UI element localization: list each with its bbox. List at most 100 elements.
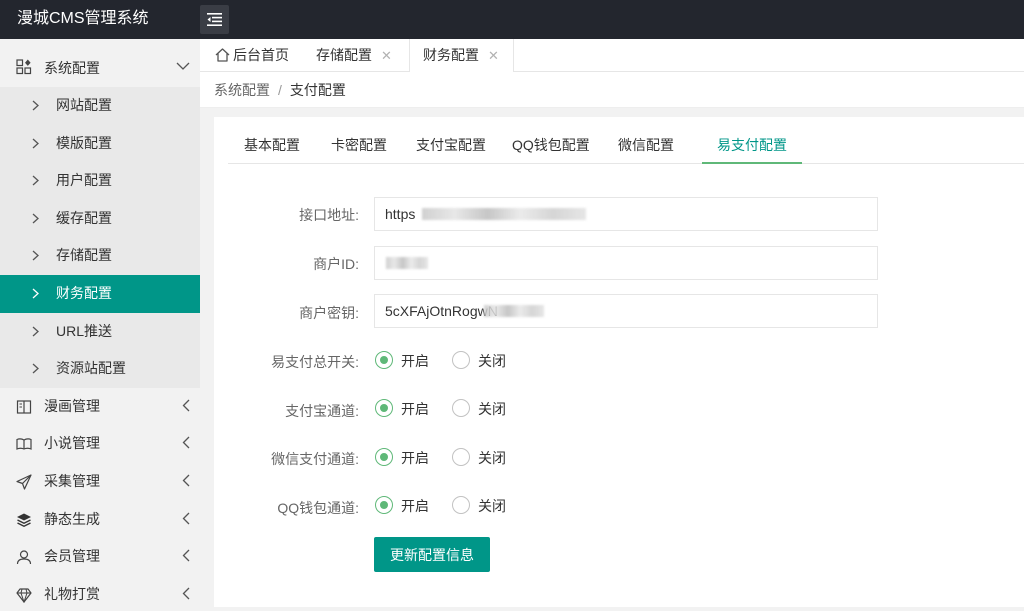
api-url-label: 接口地址: — [299, 207, 359, 223]
chevron-right-icon — [32, 363, 39, 374]
sidebar-item-label: 采集管理 — [44, 472, 100, 489]
tab-finance-config[interactable]: 财务配置 ✕ — [409, 39, 514, 73]
redacted-value — [386, 257, 428, 269]
qqwallet-channel-on-radio[interactable]: 开启 — [375, 496, 429, 516]
breadcrumb-separator: / — [278, 82, 282, 98]
chevron-down-icon — [176, 62, 190, 70]
radio-label: 关闭 — [478, 498, 506, 514]
sidebar-item-collect-manage[interactable]: 采集管理 — [0, 463, 200, 501]
tab-card-config[interactable]: 卡密配置 — [331, 127, 387, 164]
home-icon — [215, 48, 230, 62]
redacted-value — [422, 208, 586, 220]
chevron-right-icon — [32, 175, 39, 186]
sidebar-item-url-push[interactable]: URL推送 — [0, 313, 200, 351]
radio-unchecked-icon — [452, 399, 470, 417]
merchant-id-label: 商户ID: — [313, 256, 359, 272]
sidebar-item-label: 资源站配置 — [56, 360, 126, 377]
page-tabs-bar: 后台首页 存储配置 ✕ 财务配置 ✕ — [200, 39, 1024, 73]
wechat-channel-on-radio[interactable]: 开启 — [375, 448, 429, 468]
sidebar-item-label: 网站配置 — [56, 97, 112, 113]
sidebar-item-label: 会员管理 — [44, 548, 100, 565]
merchant-key-input[interactable] — [374, 294, 878, 328]
chevron-left-icon — [182, 399, 190, 412]
tab-label: 存储配置 — [316, 47, 372, 63]
close-icon[interactable]: ✕ — [381, 48, 392, 63]
alipay-channel-on-radio[interactable]: 开启 — [375, 399, 429, 419]
merchant-key-label: 商户密钥: — [299, 305, 359, 321]
sidebar-item-gift-reward[interactable]: 礼物打赏 — [0, 576, 200, 611]
tab-wechat-config[interactable]: 微信配置 — [618, 127, 674, 164]
radio-label: 关闭 — [478, 401, 506, 417]
redacted-value — [484, 305, 544, 317]
radio-label: 开启 — [401, 401, 429, 417]
radio-label: 开启 — [401, 498, 429, 514]
alipay-channel-label: 支付宝通道: — [285, 403, 359, 419]
radio-checked-icon — [375, 399, 393, 417]
chevron-left-icon — [182, 587, 190, 600]
sidebar: 系统配置 网站配置 模版配置 用户配置 缓存配置 存储配置 财务配置 URL推送… — [0, 39, 200, 611]
sidebar-item-label: 小说管理 — [44, 435, 100, 452]
sidebar-item-comic-manage[interactable]: 漫画管理 — [0, 388, 200, 426]
chevron-right-icon — [32, 213, 39, 224]
config-card: 基本配置 卡密配置 支付宝配置 QQ钱包配置 微信配置 易支付配置 接口地址: … — [214, 117, 1024, 607]
chevron-right-icon — [32, 326, 39, 337]
qqwallet-channel-off-radio[interactable]: 关闭 — [452, 496, 506, 516]
radio-label: 开启 — [401, 353, 429, 369]
sidebar-item-label: 礼物打赏 — [44, 585, 100, 602]
merchant-id-input[interactable] — [374, 246, 878, 280]
tab-basic-config[interactable]: 基本配置 — [244, 127, 300, 164]
book-icon — [16, 438, 32, 451]
tab-epay-config[interactable]: 易支付配置 — [702, 127, 802, 164]
config-tabs: 基本配置 卡密配置 支付宝配置 QQ钱包配置 微信配置 易支付配置 — [228, 127, 1024, 164]
wechat-channel-label: 微信支付通道: — [271, 451, 359, 467]
tab-storage-config[interactable]: 存储配置 ✕ — [316, 39, 392, 72]
chevron-left-icon — [182, 474, 190, 487]
top-header: 漫城CMS管理系统 — [0, 0, 1024, 39]
update-config-button[interactable]: 更新配置信息 — [374, 537, 490, 572]
diamond-icon — [16, 588, 32, 603]
close-icon[interactable]: ✕ — [488, 48, 499, 63]
sidebar-item-label: URL推送 — [56, 322, 113, 339]
sidebar-submenu: 网站配置 模版配置 用户配置 缓存配置 存储配置 财务配置 URL推送 资源站配… — [0, 87, 200, 388]
sidebar-item-resource-config[interactable]: 资源站配置 — [0, 350, 200, 388]
sidebar-item-user-config[interactable]: 用户配置 — [0, 162, 200, 200]
alipay-channel-off-radio[interactable]: 关闭 — [452, 399, 506, 419]
menu-fold-icon[interactable] — [200, 5, 229, 34]
tab-qqwallet-config[interactable]: QQ钱包配置 — [512, 127, 590, 164]
sidebar-item-member-manage[interactable]: 会员管理 — [0, 538, 200, 576]
epay-switch-off-radio[interactable]: 关闭 — [452, 351, 506, 371]
chevron-left-icon — [182, 549, 190, 562]
sidebar-item-finance-config[interactable]: 财务配置 — [0, 274, 200, 313]
sidebar-group-label: 系统配置 — [44, 60, 100, 76]
sidebar-item-storage-config[interactable]: 存储配置 — [0, 237, 200, 275]
sidebar-group-system-config[interactable]: 系统配置 — [0, 39, 200, 87]
sidebar-item-novel-manage[interactable]: 小说管理 — [0, 425, 200, 463]
send-icon — [16, 474, 32, 490]
breadcrumb-parent[interactable]: 系统配置 — [214, 82, 270, 98]
epay-switch-label: 易支付总开关: — [271, 354, 359, 370]
layers-icon — [17, 513, 31, 527]
epay-switch-on-radio[interactable]: 开启 — [375, 351, 429, 371]
qqwallet-channel-label: QQ钱包通道: — [277, 500, 359, 516]
radio-label: 关闭 — [478, 450, 506, 466]
sidebar-item-static-generate[interactable]: 静态生成 — [0, 501, 200, 539]
radio-unchecked-icon — [452, 496, 470, 514]
sidebar-item-label: 缓存配置 — [56, 209, 112, 226]
sidebar-item-label: 模版配置 — [56, 134, 112, 151]
tab-alipay-config[interactable]: 支付宝配置 — [416, 127, 486, 164]
tab-label: 财务配置 — [423, 47, 479, 63]
tab-home[interactable]: 后台首页 — [215, 39, 289, 72]
sidebar-item-label: 静态生成 — [44, 510, 100, 527]
radio-checked-icon — [375, 351, 393, 369]
wechat-channel-off-radio[interactable]: 关闭 — [452, 448, 506, 468]
radio-checked-icon — [375, 448, 393, 466]
sidebar-item-template-config[interactable]: 模版配置 — [0, 125, 200, 163]
app-logo: 漫城CMS管理系统 — [17, 10, 149, 27]
chevron-right-icon — [32, 288, 39, 299]
sidebar-item-label: 存储配置 — [56, 247, 112, 264]
chevron-right-icon — [32, 138, 39, 149]
sidebar-item-cache-config[interactable]: 缓存配置 — [0, 200, 200, 238]
chevron-left-icon — [182, 512, 190, 524]
sidebar-item-website-config[interactable]: 网站配置 — [0, 87, 200, 125]
radio-unchecked-icon — [452, 448, 470, 466]
